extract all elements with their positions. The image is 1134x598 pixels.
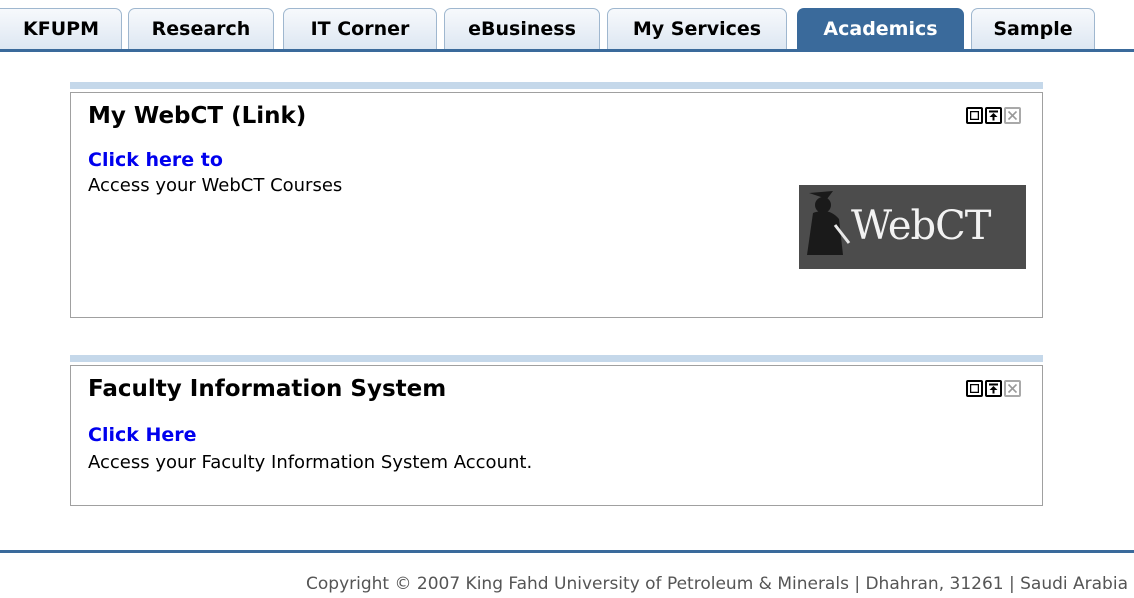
tab-my-services[interactable]: My Services	[607, 8, 787, 49]
tab-sample[interactable]: Sample	[971, 8, 1095, 49]
portlet-fis-header-bar	[70, 355, 1043, 362]
portlet-faculty-info-system: Faculty Information System Click Here Ac…	[70, 365, 1043, 506]
portlet-controls	[966, 107, 1021, 124]
footer-divider	[0, 550, 1134, 553]
graduate-figure-icon	[807, 191, 851, 255]
tab-research[interactable]: Research	[128, 8, 274, 49]
portlet-controls	[966, 380, 1021, 397]
fis-link[interactable]: Click Here	[88, 424, 197, 446]
tab-academics[interactable]: Academics	[797, 8, 964, 49]
tab-kfupm[interactable]: KFUPM	[0, 8, 122, 49]
portlet-webct-header-bar	[70, 82, 1043, 89]
tab-it-corner[interactable]: IT Corner	[283, 8, 437, 49]
portlet-webct: My WebCT (Link) Click here to Access you…	[70, 92, 1043, 318]
close-icon[interactable]	[1004, 107, 1021, 124]
close-icon[interactable]	[1004, 380, 1021, 397]
portlet-title: Faculty Information System	[88, 376, 447, 402]
webct-logo[interactable]: WebCT	[799, 185, 1026, 269]
minimize-icon[interactable]	[966, 107, 983, 124]
webct-logo-text: WebCT	[851, 203, 991, 249]
footer-copyright: Copyright © 2007 King Fahd University of…	[306, 574, 1128, 594]
maximize-icon[interactable]	[985, 380, 1002, 397]
fis-description: Access your Faculty Information System A…	[88, 452, 533, 473]
tab-bar: KFUPM Research IT Corner eBusiness My Se…	[0, 0, 1134, 56]
webct-description: Access your WebCT Courses	[88, 175, 343, 196]
tab-divider	[0, 49, 1134, 52]
minimize-icon[interactable]	[966, 380, 983, 397]
tab-ebusiness[interactable]: eBusiness	[444, 8, 600, 49]
portlet-title: My WebCT (Link)	[88, 103, 307, 129]
webct-link[interactable]: Click here to	[88, 149, 223, 171]
maximize-icon[interactable]	[985, 107, 1002, 124]
